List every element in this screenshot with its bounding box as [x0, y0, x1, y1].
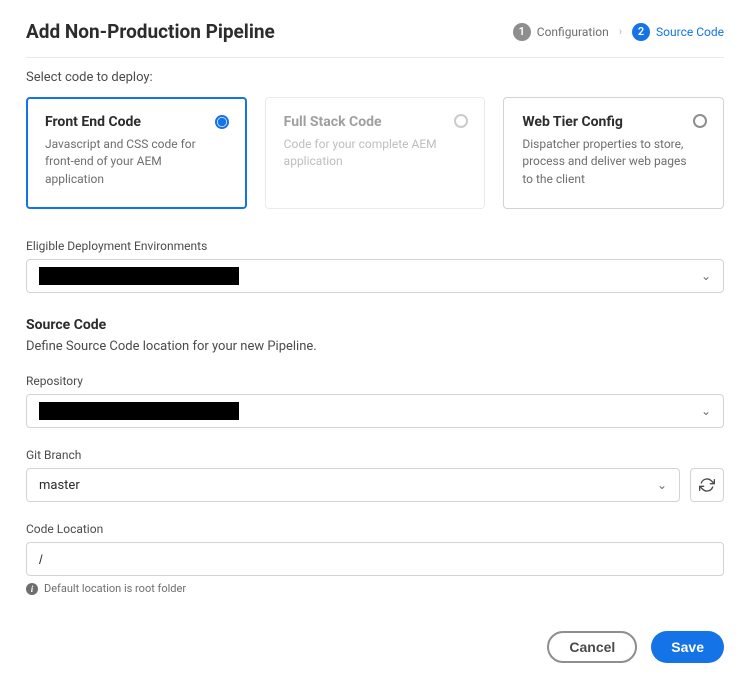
env-label: Eligible Deployment Environments — [26, 239, 724, 253]
step-source-code[interactable]: 2 Source Code — [632, 23, 724, 41]
card-title: Full Stack Code — [284, 114, 467, 130]
refresh-icon — [699, 477, 715, 493]
radio-icon — [693, 114, 707, 128]
card-web-tier-config[interactable]: Web Tier Config Dispatcher properties to… — [503, 97, 724, 209]
card-desc: Dispatcher properties to store, process … — [522, 136, 687, 188]
dialog-header: Add Non-Production Pipeline 1 Configurat… — [26, 20, 724, 58]
save-button[interactable]: Save — [651, 631, 724, 663]
location-field-group: Code Location i Default location is root… — [26, 522, 724, 595]
radio-icon — [215, 115, 229, 129]
repo-field-group: Repository ⌄ — [26, 374, 724, 428]
page-title: Add Non-Production Pipeline — [26, 20, 275, 43]
location-hint: i Default location is root folder — [26, 582, 724, 595]
card-full-stack-code: Full Stack Code Code for your complete A… — [265, 97, 486, 209]
chevron-right-icon: › — [619, 25, 622, 38]
step-number: 2 — [632, 23, 650, 41]
branch-select[interactable]: master ⌄ — [26, 468, 680, 502]
env-select[interactable]: ⌄ — [26, 259, 724, 293]
card-desc: Javascript and CSS code for front-end of… — [45, 136, 210, 188]
step-number: 1 — [513, 23, 531, 41]
code-type-cards: Front End Code Javascript and CSS code f… — [26, 97, 724, 209]
branch-label: Git Branch — [26, 448, 724, 462]
chevron-down-icon: ⌄ — [701, 404, 711, 418]
card-front-end-code[interactable]: Front End Code Javascript and CSS code f… — [26, 97, 247, 209]
source-code-heading: Source Code — [26, 317, 724, 333]
repo-select[interactable]: ⌄ — [26, 394, 724, 428]
select-code-subtitle: Select code to deploy: — [26, 70, 724, 85]
env-field-group: Eligible Deployment Environments ⌄ — [26, 239, 724, 293]
card-title: Front End Code — [45, 114, 228, 130]
card-title: Web Tier Config — [522, 114, 705, 130]
hint-text: Default location is root folder — [44, 582, 186, 595]
branch-field-group: Git Branch master ⌄ — [26, 448, 724, 502]
chevron-down-icon: ⌄ — [657, 478, 667, 492]
repo-value-redacted — [39, 402, 239, 420]
chevron-down-icon: ⌄ — [701, 269, 711, 283]
step-label: Configuration — [537, 25, 609, 39]
card-desc: Code for your complete AEM application — [284, 136, 449, 171]
repo-label: Repository — [26, 374, 724, 388]
step-configuration[interactable]: 1 Configuration — [513, 23, 609, 41]
env-value-redacted — [39, 267, 239, 285]
refresh-branches-button[interactable] — [690, 468, 724, 502]
source-code-sub: Define Source Code location for your new… — [26, 339, 724, 354]
branch-value: master — [39, 478, 80, 493]
cancel-button[interactable]: Cancel — [547, 631, 637, 663]
info-icon: i — [26, 583, 38, 595]
step-label: Source Code — [656, 25, 724, 39]
dialog-footer: Cancel Save — [26, 631, 724, 663]
location-label: Code Location — [26, 522, 724, 536]
code-location-input[interactable] — [26, 542, 724, 576]
wizard-steps: 1 Configuration › 2 Source Code — [513, 23, 724, 41]
